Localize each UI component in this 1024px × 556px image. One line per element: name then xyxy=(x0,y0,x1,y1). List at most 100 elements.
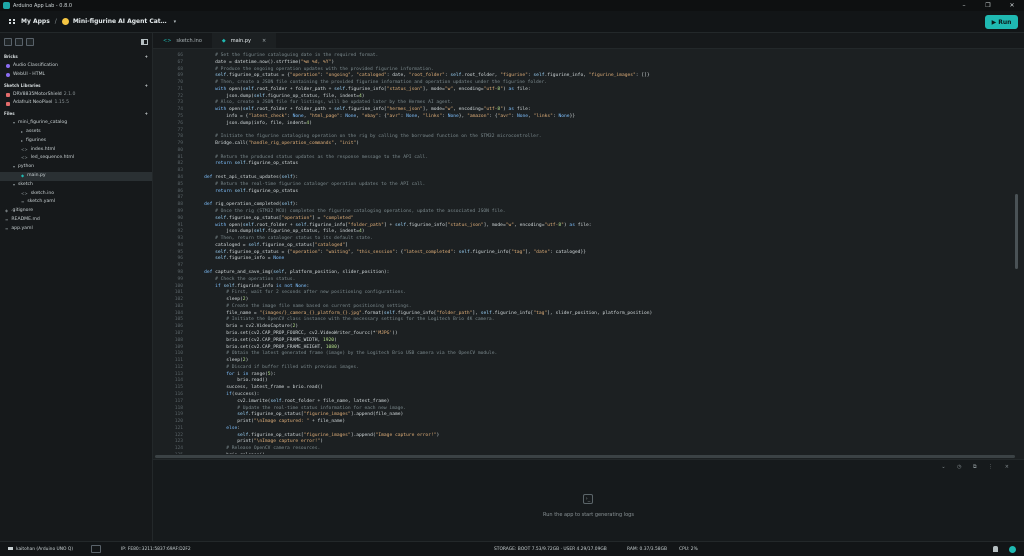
close-tab-icon[interactable]: × xyxy=(262,38,266,44)
code-line: json.dump(self.figurine_op_status, file,… xyxy=(193,229,365,235)
code-editor[interactable]: 66 # Set the figurine cataloguing date i… xyxy=(153,49,1019,454)
line-number: 113 xyxy=(174,371,183,377)
line-number: 74 xyxy=(177,107,183,113)
file-label: .gitignore xyxy=(11,208,34,214)
file-tree-item[interactable]: <> sketch.ino xyxy=(0,190,152,199)
code-line: # Also, create a JSON file for listings,… xyxy=(193,100,453,106)
logs-panel: ⌄ ◷ ⧉ ⋮ × ›_ Run the app to start genera… xyxy=(153,459,1024,541)
tab-main-py[interactable]: ◆ main.py × xyxy=(211,33,277,48)
brick-item[interactable]: WebUI - HTML xyxy=(0,71,152,80)
line-number: 67 xyxy=(177,59,183,65)
close-window-button[interactable]: ✕ xyxy=(1000,0,1024,11)
code-line: if(success): xyxy=(226,392,260,397)
file-tree-item[interactable]: ≡ README.md xyxy=(0,216,152,225)
code-line: sleep(2) xyxy=(193,297,249,303)
line-number: 106 xyxy=(174,324,183,330)
file-tree-item[interactable]: ≡ app.yaml xyxy=(0,225,152,234)
tab-sketch-ino[interactable]: <> sketch.ino xyxy=(153,33,212,48)
line-number: 110 xyxy=(174,351,183,357)
file-tree-item[interactable]: ◆ main.py xyxy=(0,171,152,181)
code-line: for i in range(5): xyxy=(226,371,277,377)
library-item[interactable]: Adafruit NeoPixel 1.15.5 xyxy=(0,99,152,108)
upload-icon[interactable] xyxy=(26,38,34,46)
code-line: self.figurine_op_status["figurine_images… xyxy=(237,412,404,418)
app-header: My Apps / Mini-figurine AI Agent Cat… ▾ … xyxy=(0,11,1024,33)
new-file-icon[interactable] xyxy=(4,38,12,46)
brick-label: WebUI - HTML xyxy=(13,71,46,77)
run-button[interactable]: ▶ Run xyxy=(985,15,1018,29)
code-line: brio.read() xyxy=(193,378,268,384)
code-line: # Obtain the latest generated frame (ima… xyxy=(193,351,498,357)
bricks-section-header[interactable]: Bricks + xyxy=(0,51,152,62)
code-line: # Return the produced status updates as … xyxy=(193,154,429,160)
file-tree-item[interactable]: ▸ assets xyxy=(0,128,152,137)
bricks-list: Audio Classification WebUI - HTML xyxy=(0,62,152,80)
board-selector[interactable]: kaitohan (Arduino UNO Q) xyxy=(8,547,73,552)
terminal-icon[interactable] xyxy=(91,545,101,553)
file-type-icon: ≡ xyxy=(5,216,9,222)
libraries-section-header[interactable]: Sketch Libraries + xyxy=(0,80,152,91)
add-icon[interactable]: + xyxy=(145,83,148,88)
file-tree-item[interactable]: <> led_sequence.html xyxy=(0,154,152,163)
cpu-usage: CPU: 2% xyxy=(679,547,698,552)
file-tree-item[interactable]: <> index.html xyxy=(0,146,152,155)
file-tree-item[interactable]: ▸ figurines xyxy=(0,137,152,146)
bell-icon[interactable] xyxy=(993,546,998,552)
add-icon[interactable]: + xyxy=(145,54,148,59)
plug-icon xyxy=(8,547,13,550)
line-number: 105 xyxy=(174,317,183,323)
library-item[interactable]: DRV8835MotorShield 2.1.0 xyxy=(0,91,152,100)
maximize-button[interactable]: ❐ xyxy=(976,0,1000,11)
libraries-title: Sketch Libraries xyxy=(4,82,41,88)
line-number: 118 xyxy=(174,405,183,411)
code-line: brio.release() xyxy=(193,453,265,454)
line-number: 111 xyxy=(174,358,183,364)
line-number: 107 xyxy=(174,330,183,336)
file-tree-item[interactable]: ▾ mini_figurine_catalog xyxy=(0,119,152,128)
line-number: 117 xyxy=(174,398,183,404)
vertical-scrollbar[interactable] xyxy=(1015,194,1018,269)
minimize-button[interactable]: – xyxy=(952,0,976,11)
connection-status-icon[interactable] xyxy=(1009,546,1016,553)
code-line: return self.figurine_op_status xyxy=(215,161,299,167)
code-line: cataloged = self.figurine_op_status["cat… xyxy=(193,242,348,248)
horizontal-scrollbar[interactable] xyxy=(155,455,1015,458)
window-title: Arduino App Lab - 0.8.0 xyxy=(13,2,73,9)
brick-item[interactable]: Audio Classification xyxy=(0,62,152,71)
add-icon[interactable]: + xyxy=(145,111,148,116)
files-section-header[interactable]: Files + xyxy=(0,108,152,119)
library-icon xyxy=(6,92,10,97)
file-type-icon: ▾ xyxy=(13,181,16,187)
line-number: 69 xyxy=(177,73,183,79)
code-line: # Check the operation status. xyxy=(193,276,296,282)
file-type-icon: ≡ xyxy=(21,199,25,205)
apps-grid-icon[interactable] xyxy=(9,18,15,25)
status-bar: kaitohan (Arduino UNO Q) IP: FE80::3211:… xyxy=(0,541,1024,556)
line-number: 77 xyxy=(177,127,183,133)
code-line: brio.set(cv2.CAP_PROP_FRAME_WIDTH, 1920) xyxy=(193,337,337,343)
panel-controls[interactable]: ⌄ ◷ ⧉ ⋮ × xyxy=(941,464,1014,470)
file-tree-item[interactable]: ▾ python xyxy=(0,163,152,172)
chevron-down-icon[interactable]: ▾ xyxy=(174,19,177,25)
window-controls: – ❐ ✕ xyxy=(952,0,1024,11)
library-label: Adafruit NeoPixel xyxy=(13,100,53,106)
board-name: kaitohan (Arduino UNO Q) xyxy=(16,547,74,552)
file-tree-item[interactable]: ≡ sketch.yaml xyxy=(0,198,152,207)
file-tree-item[interactable]: ▾ sketch xyxy=(0,181,152,190)
collapse-sidebar-icon[interactable] xyxy=(141,39,148,45)
logs-icon: ›_ xyxy=(583,494,593,504)
file-tree-item[interactable]: ◈ .gitignore xyxy=(0,207,152,216)
line-number: 89 xyxy=(177,208,183,214)
breadcrumb-separator: / xyxy=(54,18,57,25)
code-line: json.dump(self.figurine_op_status, file,… xyxy=(193,93,365,99)
app-name[interactable]: Mini-figurine AI Agent Cat… xyxy=(73,18,167,25)
code-line: # Once the rig (STM32 MCU) completes the… xyxy=(193,208,506,214)
code-line: self.figurine_info = None xyxy=(215,256,285,262)
my-apps-link[interactable]: My Apps xyxy=(21,18,50,25)
line-number: 99 xyxy=(177,276,183,282)
new-folder-icon[interactable] xyxy=(15,38,23,46)
code-line: print("\nImage capture error!") xyxy=(193,439,324,445)
code-line: # Update the real-time status informatio… xyxy=(193,405,406,411)
window-titlebar: Arduino App Lab - 0.8.0 – ❐ ✕ xyxy=(0,0,1024,11)
line-number: 123 xyxy=(174,439,183,445)
